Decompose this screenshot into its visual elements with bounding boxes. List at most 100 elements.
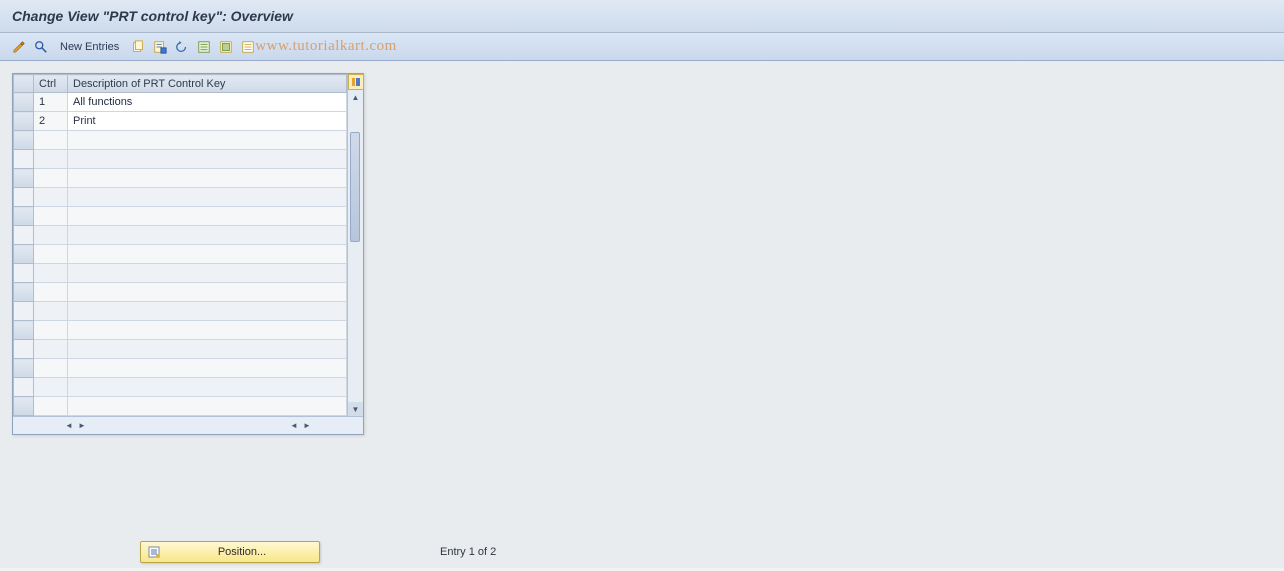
row-selector[interactable]	[14, 93, 34, 112]
cell-ctrl[interactable]: 1	[34, 93, 68, 112]
cell-desc[interactable]	[68, 150, 347, 169]
table-row-empty[interactable]	[14, 340, 347, 359]
row-selector[interactable]	[14, 169, 34, 188]
row-selector[interactable]	[14, 283, 34, 302]
position-button[interactable]: Position...	[140, 541, 320, 563]
cell-desc[interactable]: Print	[68, 112, 347, 131]
cell-ctrl[interactable]	[34, 321, 68, 340]
row-selector[interactable]	[14, 359, 34, 378]
col-header-desc[interactable]: Description of PRT Control Key	[68, 75, 347, 93]
entry-status-text: Entry 1 of 2	[440, 546, 496, 558]
table-row-empty[interactable]	[14, 378, 347, 397]
cell-desc[interactable]	[68, 188, 347, 207]
cell-desc[interactable]	[68, 378, 347, 397]
cell-desc[interactable]	[68, 207, 347, 226]
position-label: Position...	[171, 546, 313, 558]
cell-desc[interactable]	[68, 302, 347, 321]
table-row-empty[interactable]	[14, 131, 347, 150]
cell-ctrl[interactable]	[34, 397, 68, 416]
watermark-text: www.tutorialkart.com	[255, 38, 397, 55]
cell-desc[interactable]	[68, 359, 347, 378]
select-all-icon[interactable]	[195, 38, 213, 56]
table-row-empty[interactable]	[14, 169, 347, 188]
row-selector[interactable]	[14, 188, 34, 207]
row-selector[interactable]	[14, 321, 34, 340]
row-selector[interactable]	[14, 131, 34, 150]
scroll-right-icon[interactable]: ►	[76, 420, 88, 432]
page-title: Change View "PRT control key": Overview	[12, 8, 1272, 24]
cell-ctrl[interactable]	[34, 283, 68, 302]
title-bar: Change View "PRT control key": Overview	[0, 0, 1284, 33]
scroll-down-icon[interactable]: ▼	[349, 402, 363, 416]
cell-desc[interactable]	[68, 397, 347, 416]
row-selector[interactable]	[14, 397, 34, 416]
toggle-change-icon[interactable]	[10, 38, 28, 56]
undo-icon[interactable]	[173, 38, 191, 56]
prt-table-container: Ctrl Description of PRT Control Key 1All…	[12, 73, 364, 435]
cell-desc[interactable]	[68, 283, 347, 302]
select-block-icon[interactable]	[217, 38, 235, 56]
row-selector[interactable]	[14, 264, 34, 283]
scroll-right2-icon[interactable]: ►	[301, 420, 313, 432]
scroll-thumb[interactable]	[350, 132, 360, 242]
prt-table[interactable]: Ctrl Description of PRT Control Key 1All…	[13, 74, 347, 416]
content-area: Ctrl Description of PRT Control Key 1All…	[0, 61, 1284, 568]
row-selector[interactable]	[14, 112, 34, 131]
cell-ctrl[interactable]	[34, 264, 68, 283]
cell-ctrl[interactable]	[34, 188, 68, 207]
row-selector[interactable]	[14, 245, 34, 264]
cell-desc[interactable]	[68, 245, 347, 264]
copy-icon[interactable]	[129, 38, 147, 56]
cell-desc[interactable]: All functions	[68, 93, 347, 112]
cell-desc[interactable]	[68, 340, 347, 359]
cell-ctrl[interactable]	[34, 150, 68, 169]
table-settings-icon[interactable]	[348, 74, 364, 90]
cell-desc[interactable]	[68, 321, 347, 340]
row-selector[interactable]	[14, 226, 34, 245]
cell-ctrl[interactable]: 2	[34, 112, 68, 131]
cell-desc[interactable]	[68, 131, 347, 150]
row-selector[interactable]	[14, 378, 34, 397]
row-selector[interactable]	[14, 340, 34, 359]
table-row-empty[interactable]	[14, 283, 347, 302]
cell-ctrl[interactable]	[34, 359, 68, 378]
cell-ctrl[interactable]	[34, 340, 68, 359]
table-row-empty[interactable]	[14, 226, 347, 245]
table-row-empty[interactable]	[14, 321, 347, 340]
scroll-left2-icon[interactable]: ◄	[288, 420, 300, 432]
horizontal-scrollbar[interactable]: ◄ ► ◄ ►	[13, 416, 363, 434]
table-row-empty[interactable]	[14, 397, 347, 416]
cell-ctrl[interactable]	[34, 207, 68, 226]
table-row-empty[interactable]	[14, 264, 347, 283]
table-row-empty[interactable]	[14, 207, 347, 226]
cell-desc[interactable]	[68, 169, 347, 188]
cell-ctrl[interactable]	[34, 169, 68, 188]
table-row-empty[interactable]	[14, 359, 347, 378]
position-icon	[147, 545, 161, 559]
row-selector-header[interactable]	[14, 75, 34, 93]
table-row-empty[interactable]	[14, 245, 347, 264]
table-row[interactable]: 2Print	[14, 112, 347, 131]
cell-ctrl[interactable]	[34, 245, 68, 264]
scroll-up-icon[interactable]: ▲	[349, 90, 363, 104]
cell-ctrl[interactable]	[34, 131, 68, 150]
table-row-empty[interactable]	[14, 302, 347, 321]
table-row[interactable]: 1All functions	[14, 93, 347, 112]
row-selector[interactable]	[14, 302, 34, 321]
cell-ctrl[interactable]	[34, 302, 68, 321]
table-row-empty[interactable]	[14, 150, 347, 169]
scroll-left-icon[interactable]: ◄	[63, 420, 75, 432]
col-header-ctrl[interactable]: Ctrl	[34, 75, 68, 93]
cell-ctrl[interactable]	[34, 378, 68, 397]
vertical-scrollbar[interactable]: ▲ ▼	[347, 74, 363, 416]
cell-desc[interactable]	[68, 226, 347, 245]
cell-ctrl[interactable]	[34, 226, 68, 245]
scroll-track[interactable]	[348, 104, 363, 402]
delete-icon[interactable]	[151, 38, 169, 56]
new-entries-button[interactable]: New Entries	[54, 41, 125, 53]
find-icon[interactable]	[32, 38, 50, 56]
cell-desc[interactable]	[68, 264, 347, 283]
table-row-empty[interactable]	[14, 188, 347, 207]
row-selector[interactable]	[14, 207, 34, 226]
row-selector[interactable]	[14, 150, 34, 169]
